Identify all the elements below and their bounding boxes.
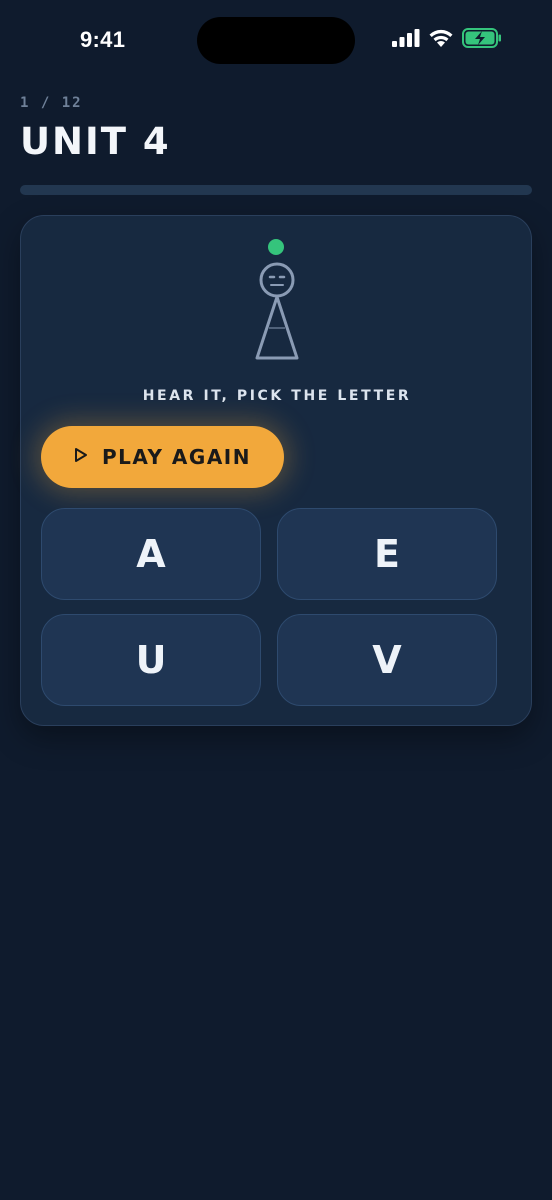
- question-card: HEAR IT, PICK THE LETTER PLAY AGAIN A E …: [20, 215, 532, 726]
- battery-charging-icon: [462, 28, 502, 52]
- status-bar: 9:41: [0, 0, 552, 80]
- answer-option-u[interactable]: U: [41, 614, 261, 706]
- answer-option-a[interactable]: A: [41, 508, 261, 600]
- dynamic-island: [197, 17, 355, 64]
- question-progress-text: 1 / 12: [20, 95, 83, 111]
- status-dot: [268, 239, 284, 255]
- play-again-label: PLAY AGAIN: [102, 445, 251, 469]
- answer-option-e[interactable]: E: [277, 508, 497, 600]
- screen: 9:41 1 / 12 UNIT 4 HEAR IT, PICK THE LET…: [0, 0, 552, 1200]
- answer-option-v[interactable]: V: [277, 614, 497, 706]
- progress-bar: [20, 185, 532, 195]
- status-time: 9:41: [80, 27, 126, 52]
- robot-figure-icon: [249, 260, 305, 360]
- instruction-text: HEAR IT, PICK THE LETTER: [142, 388, 412, 404]
- wifi-icon: [428, 28, 454, 52]
- page-title: UNIT 4: [20, 120, 171, 163]
- cellular-signal-icon: [392, 29, 420, 51]
- play-triangle-icon: [74, 447, 88, 467]
- play-again-button[interactable]: PLAY AGAIN: [41, 426, 284, 488]
- status-icons: [392, 28, 502, 52]
